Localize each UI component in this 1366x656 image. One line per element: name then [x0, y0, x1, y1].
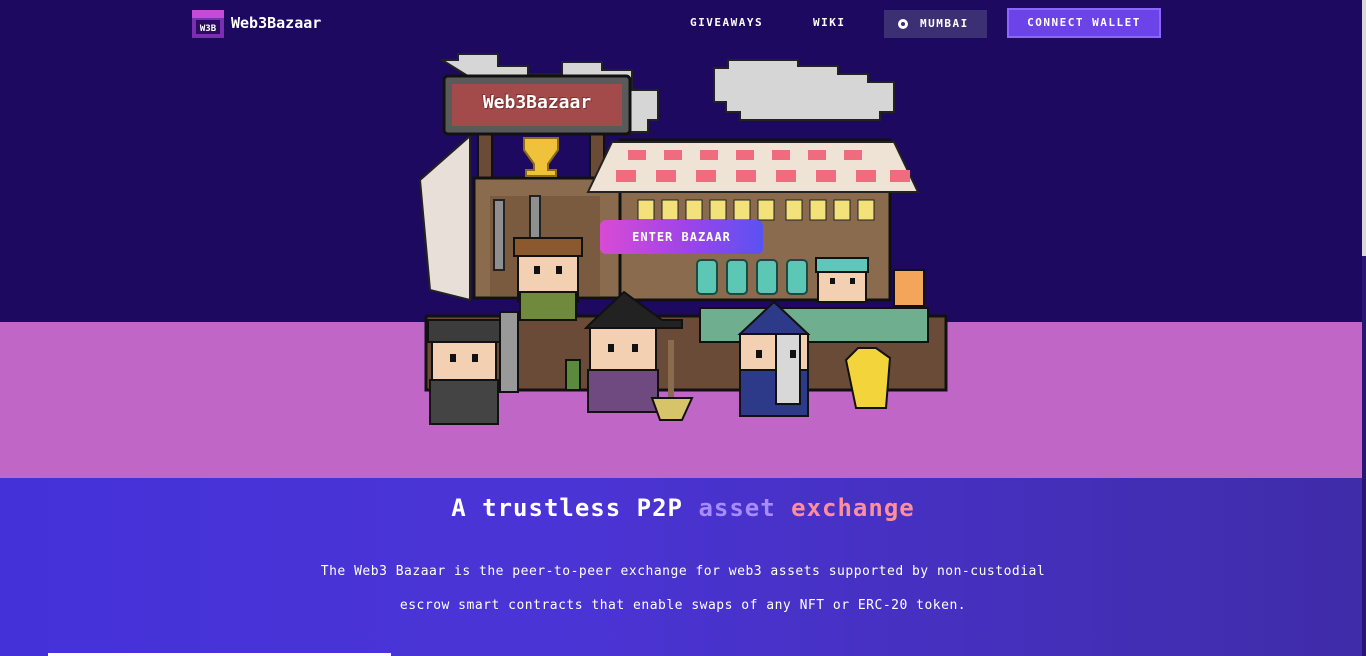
network-label: MUMBAI [920, 17, 969, 30]
scrollbar-thumb[interactable] [1362, 0, 1366, 256]
scrollbar[interactable] [1362, 0, 1366, 656]
headline-part1: A trustless P2P [451, 494, 699, 522]
headline-part2: asset [698, 494, 776, 522]
brand-name[interactable]: Web3Bazaar [231, 14, 321, 32]
network-selector[interactable]: MUMBAI [884, 10, 987, 38]
logo-icon[interactable]: W3B [192, 10, 224, 38]
hero-section: Web3Bazaar ENTER BAZAAR [0, 0, 1366, 478]
intro-paragraph-line2: escrow smart contracts that enable swaps… [399, 598, 967, 613]
svg-text:W3B: W3B [200, 24, 217, 34]
top-nav: W3B Web3Bazaar GIVEAWAYS WIKI MUMBAI CON… [0, 0, 1366, 48]
nav-link-giveaways[interactable]: GIVEAWAYS [690, 16, 763, 29]
intro-paragraph-line1: The Web3 Bazaar is the peer-to-peer exch… [320, 564, 1046, 579]
headline-part3: exchange [775, 494, 915, 522]
headline: A trustless P2P asset exchange [0, 494, 1366, 522]
nav-link-wiki[interactable]: WIKI [813, 16, 846, 29]
sign-title: Web3Bazaar [482, 92, 592, 113]
connect-wallet-button[interactable]: CONNECT WALLET [1009, 10, 1159, 36]
network-icon [898, 19, 908, 29]
enter-bazaar-button[interactable]: ENTER BAZAAR [600, 220, 763, 254]
